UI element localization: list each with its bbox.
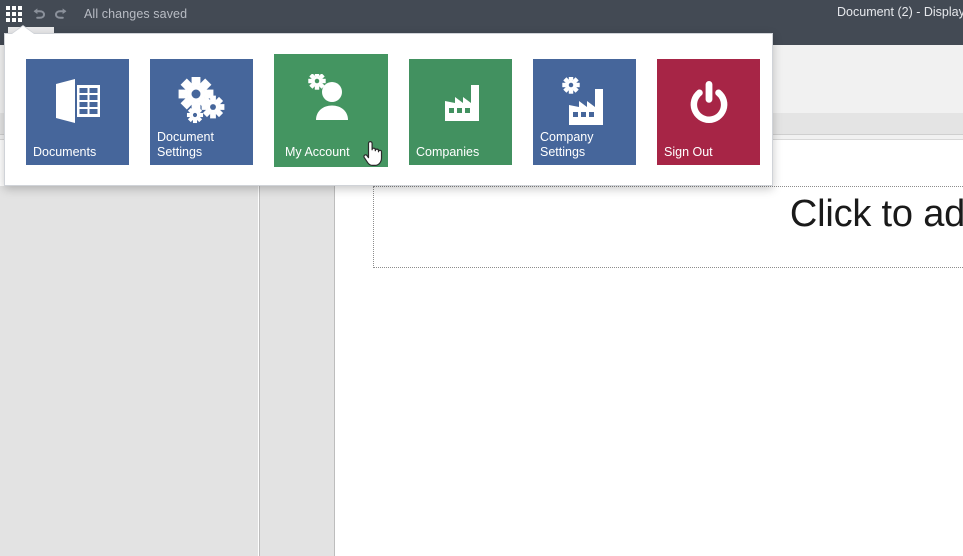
factory-gear-icon	[533, 73, 636, 131]
power-icon	[657, 73, 760, 131]
grid-apps-icon[interactable]	[0, 0, 28, 27]
apps-tile-grid: Documents Document Settings My Account Co…	[26, 54, 760, 167]
tile-my-account[interactable]: My Account	[274, 54, 388, 167]
tile-documents[interactable]: Documents	[26, 59, 129, 165]
placeholder-prompt-text: Click to add	[789, 193, 963, 235]
document-title: Document (2) - Displayr	[837, 5, 963, 19]
apps-flyout-panel: Documents Document Settings My Account Co…	[4, 33, 773, 186]
redo-icon[interactable]	[50, 0, 72, 27]
objects-pane[interactable]	[259, 186, 335, 556]
tile-companies[interactable]: Companies	[409, 59, 512, 165]
caret-up-icon	[12, 26, 34, 34]
top-bar: All changes saved Document (2) - Display…	[0, 0, 963, 27]
tile-sign-out[interactable]: Sign Out	[657, 59, 760, 165]
tile-label: Sign Out	[664, 145, 713, 159]
slide-placeholder[interactable]: Click to add	[373, 186, 963, 268]
tile-company-settings[interactable]: Company Settings	[533, 59, 636, 165]
tile-label: Companies	[416, 145, 480, 159]
pages-pane[interactable]	[0, 186, 258, 556]
undo-icon[interactable]	[28, 0, 50, 27]
tile-label: Document Settings	[157, 130, 214, 159]
tile-document-settings[interactable]: Document Settings	[150, 59, 253, 165]
grid-dots	[6, 5, 22, 22]
factory-icon	[409, 73, 512, 131]
gears-icon	[150, 73, 253, 131]
save-status-text: All changes saved	[84, 6, 188, 21]
tile-label: Company Settings	[540, 130, 594, 159]
tile-label: Documents	[33, 145, 97, 159]
app-window: Click to add All changes saved Document …	[0, 0, 963, 556]
tile-label: My Account	[285, 145, 350, 159]
user-gear-icon	[274, 70, 388, 128]
documents-icon	[26, 73, 129, 131]
